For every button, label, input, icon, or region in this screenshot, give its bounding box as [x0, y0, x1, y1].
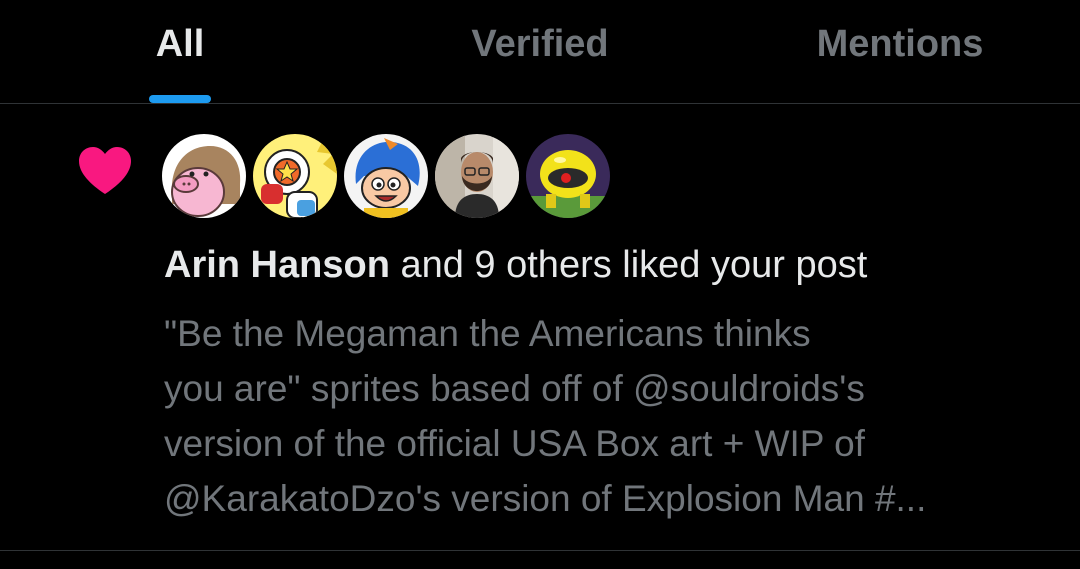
post-preview[interactable]: "Be the Megaman the Americans thinks you… — [164, 306, 1044, 526]
tab-all-label: All — [155, 23, 205, 65]
notifications-screen: All Verified Mentions Arin Hanson and 9 … — [0, 0, 1080, 569]
actor-name[interactable]: Arin Hanson — [164, 244, 390, 286]
avatar-blue-hair-cartoon[interactable] — [344, 134, 428, 218]
avatar-yellow-cartoon[interactable] — [253, 134, 337, 218]
post-line: @KarakatoDzo's version of Explosion Man … — [164, 478, 927, 519]
tab-verified[interactable]: Verified — [430, 0, 650, 103]
action-text: and 9 others liked your post — [389, 244, 868, 286]
tab-mentions[interactable]: Mentions — [790, 0, 1010, 103]
tab-mentions-label: Mentions — [816, 23, 984, 65]
post-line: you are" sprites based off of @souldroid… — [164, 368, 865, 409]
tab-all[interactable]: All — [80, 0, 280, 103]
avatar-pink-creature[interactable] — [162, 134, 246, 218]
tab-verified-label: Verified — [471, 23, 609, 65]
avatar-yellow-robot[interactable] — [526, 134, 610, 218]
post-line: version of the official USA Box art + WI… — [164, 423, 865, 464]
like-notification[interactable]: Arin Hanson and 9 others liked your post… — [0, 104, 1080, 551]
active-tab-indicator — [149, 95, 211, 103]
heart-icon — [79, 147, 131, 194]
avatar-bearded-man-photo[interactable] — [435, 134, 519, 218]
notification-headline: Arin Hanson and 9 others liked your post — [164, 242, 867, 288]
post-line: "Be the Megaman the Americans thinks — [164, 313, 811, 354]
liker-avatars — [162, 134, 617, 218]
notification-tabs: All Verified Mentions — [0, 0, 1080, 104]
